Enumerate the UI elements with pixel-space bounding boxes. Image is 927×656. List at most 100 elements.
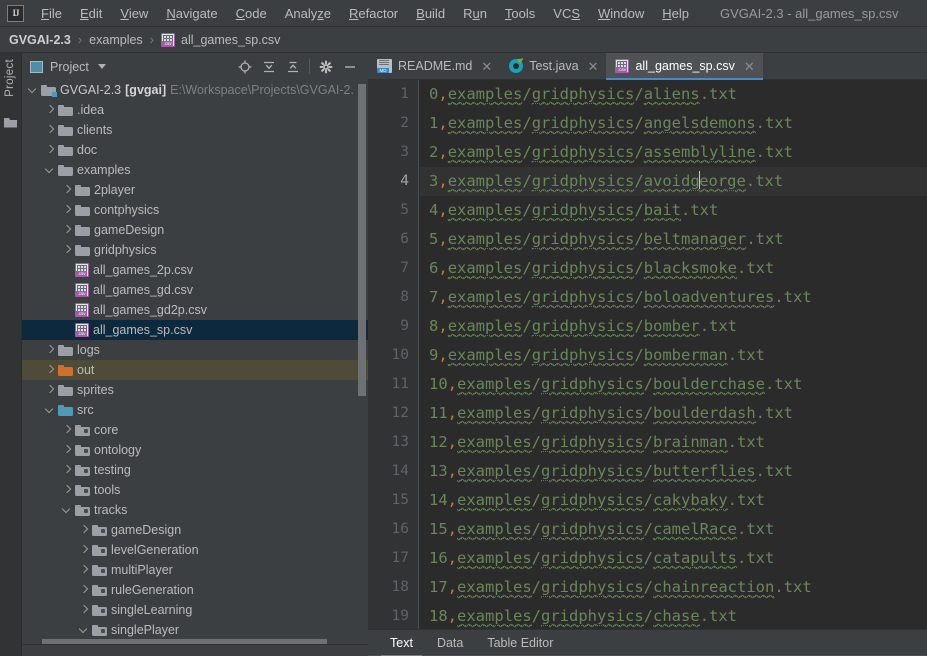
- project-tree[interactable]: GVGAI-2.3 [gvgai] E:\Workspace\Projects\GV…: [22, 80, 368, 656]
- code-line[interactable]: 12,examples/gridphysics/brainman.txt: [420, 428, 927, 457]
- chevron-right-icon[interactable]: [45, 385, 56, 396]
- line-number[interactable]: 12: [368, 399, 418, 428]
- line-number-gutter[interactable]: 1 2 3 4 5 6 7 8 9 10 11 12 13 14 15 16 17 18 19: [368, 80, 419, 629]
- code-line[interactable]: 2,examples/gridphysics/assemblyline.txt: [420, 138, 927, 167]
- menu-item-file[interactable]: File: [32, 3, 71, 24]
- chevron-down-icon[interactable]: [62, 505, 73, 516]
- code-line[interactable]: 17,examples/gridphysics/chainreaction.tx…: [420, 573, 927, 602]
- code-editor[interactable]: 1 2 3 4 5 6 7 8 9 10 11 12 13 14 15 16 17 18 19 0,examples…: [368, 80, 927, 629]
- code-line[interactable]: 6,examples/gridphysics/blacksmoke.txt: [420, 254, 927, 283]
- chevron-right-icon[interactable]: [62, 185, 73, 196]
- tree-item-singlelearning[interactable]: singleLearning: [22, 600, 368, 620]
- tree-item-tracks[interactable]: tracks: [22, 500, 368, 520]
- chevron-down-icon[interactable]: [97, 64, 106, 69]
- close-icon[interactable]: ✕: [481, 60, 492, 73]
- tree-vertical-scrollbar-track[interactable]: [358, 80, 367, 656]
- menu-item-view[interactable]: View: [111, 3, 157, 24]
- code-line[interactable]: 8,examples/gridphysics/bomber.txt: [420, 312, 927, 341]
- line-number[interactable]: 8: [368, 283, 418, 312]
- code-line[interactable]: 5,examples/gridphysics/beltmanager.txt: [420, 225, 927, 254]
- breadcrumb-file[interactable]: all_games_sp.csv: [181, 33, 280, 47]
- chevron-right-icon[interactable]: [45, 365, 56, 376]
- tree-item-sprites[interactable]: sprites: [22, 380, 368, 400]
- chevron-right-icon[interactable]: [79, 585, 90, 596]
- chevron-right-icon[interactable]: [45, 145, 56, 156]
- editor-tab-test-java[interactable]: Test.java ✕: [500, 53, 606, 79]
- code-line[interactable]: 0,examples/gridphysics/aliens.txt: [420, 80, 927, 109]
- tab-table-editor[interactable]: Table Editor: [475, 631, 565, 656]
- menu-item-run[interactable]: Run: [454, 3, 496, 24]
- chevron-right-icon[interactable]: [62, 205, 73, 216]
- menu-item-refactor[interactable]: Refactor: [340, 3, 407, 24]
- tree-item-all-games-gd-csv[interactable]: .csv all_games_gd.csv: [22, 280, 368, 300]
- hide-minimize-icon[interactable]: [338, 56, 362, 78]
- line-number[interactable]: 7: [368, 254, 418, 283]
- tree-item-singleplayer[interactable]: singlePlayer: [22, 620, 368, 640]
- code-line[interactable]: 15,examples/gridphysics/camelRace.txt: [420, 515, 927, 544]
- line-number[interactable]: 17: [368, 544, 418, 573]
- breadcrumb-folder[interactable]: examples: [89, 33, 143, 47]
- folder-icon[interactable]: [4, 115, 17, 128]
- collapse-all-icon[interactable]: [281, 56, 305, 78]
- code-line[interactable]: 4,examples/gridphysics/bait.txt: [420, 196, 927, 225]
- line-number[interactable]: 13: [368, 428, 418, 457]
- tree-item-multiplayer[interactable]: multiPlayer: [22, 560, 368, 580]
- code-line[interactable]: 10,examples/gridphysics/boulderchase.txt: [420, 370, 927, 399]
- chevron-right-icon[interactable]: [79, 545, 90, 556]
- line-number[interactable]: 14: [368, 457, 418, 486]
- tree-vertical-scrollbar-thumb[interactable]: [358, 84, 366, 396]
- tree-item-doc[interactable]: doc: [22, 140, 368, 160]
- menu-item-build[interactable]: Build: [407, 3, 454, 24]
- tree-item-gvgai-2-3[interactable]: GVGAI-2.3 [gvgai] E:\Workspace\Projects\GV…: [22, 80, 368, 100]
- breadcrumb-project[interactable]: GVGAI-2.3: [9, 33, 71, 47]
- chevron-right-icon[interactable]: [62, 445, 73, 456]
- line-number[interactable]: 3: [368, 138, 418, 167]
- tree-item-src[interactable]: src: [22, 400, 368, 420]
- code-text-area[interactable]: 0,examples/gridphysics/aliens.txt 1,examp…: [420, 80, 927, 629]
- tree-item-clients[interactable]: clients: [22, 120, 368, 140]
- tree-item-testing[interactable]: testing: [22, 460, 368, 480]
- tree-item--idea[interactable]: .idea: [22, 100, 368, 120]
- code-line[interactable]: 14,examples/gridphysics/cakybaky.txt: [420, 486, 927, 515]
- tree-item-all-games-sp-csv[interactable]: .csv all_games_sp.csv: [22, 320, 368, 340]
- tree-item-ontology[interactable]: ontology: [22, 440, 368, 460]
- tab-text[interactable]: Text: [378, 631, 425, 656]
- project-view-selector[interactable]: Project: [30, 60, 106, 74]
- tab-data[interactable]: Data: [425, 631, 475, 656]
- menu-item-code[interactable]: Code: [227, 3, 276, 24]
- tree-item-all-games-2p-csv[interactable]: .csv all_games_2p.csv: [22, 260, 368, 280]
- chevron-down-icon[interactable]: [45, 165, 56, 176]
- line-number[interactable]: 16: [368, 515, 418, 544]
- chevron-down-icon[interactable]: [45, 405, 56, 416]
- tree-item-core[interactable]: core: [22, 420, 368, 440]
- settings-gear-icon[interactable]: [314, 56, 338, 78]
- code-line[interactable]: 11,examples/gridphysics/boulderdash.txt: [420, 399, 927, 428]
- code-line[interactable]: 7,examples/gridphysics/boloadventures.tx…: [420, 283, 927, 312]
- line-number[interactable]: 9: [368, 312, 418, 341]
- chevron-right-icon[interactable]: [79, 605, 90, 616]
- line-number[interactable]: 1: [368, 80, 418, 109]
- menu-item-window[interactable]: Window: [589, 3, 653, 24]
- line-number[interactable]: 6: [368, 225, 418, 254]
- menu-item-help[interactable]: Help: [653, 3, 698, 24]
- close-icon[interactable]: ✕: [744, 60, 755, 73]
- tree-item-examples[interactable]: examples: [22, 160, 368, 180]
- tree-item-gamedesign[interactable]: gameDesign: [22, 220, 368, 240]
- tree-item-gamedesign[interactable]: gameDesign: [22, 520, 368, 540]
- chevron-right-icon[interactable]: [45, 345, 56, 356]
- line-number[interactable]: 2: [368, 109, 418, 138]
- line-number[interactable]: 10: [368, 341, 418, 370]
- chevron-right-icon[interactable]: [62, 485, 73, 496]
- chevron-right-icon[interactable]: [62, 245, 73, 256]
- code-line[interactable]: 3,examples/gridphysics/avoidgeorge.txt: [420, 167, 927, 196]
- tree-item-gridphysics[interactable]: gridphysics: [22, 240, 368, 260]
- menu-item-analyze[interactable]: Analyze: [276, 3, 340, 24]
- menu-item-tools[interactable]: Tools: [496, 3, 544, 24]
- line-number[interactable]: 11: [368, 370, 418, 399]
- chevron-right-icon[interactable]: [79, 525, 90, 536]
- expand-all-icon[interactable]: [257, 56, 281, 78]
- locate-target-icon[interactable]: [233, 56, 257, 78]
- chevron-right-icon[interactable]: [45, 105, 56, 116]
- line-number[interactable]: 15: [368, 486, 418, 515]
- tree-item-contphysics[interactable]: contphysics: [22, 200, 368, 220]
